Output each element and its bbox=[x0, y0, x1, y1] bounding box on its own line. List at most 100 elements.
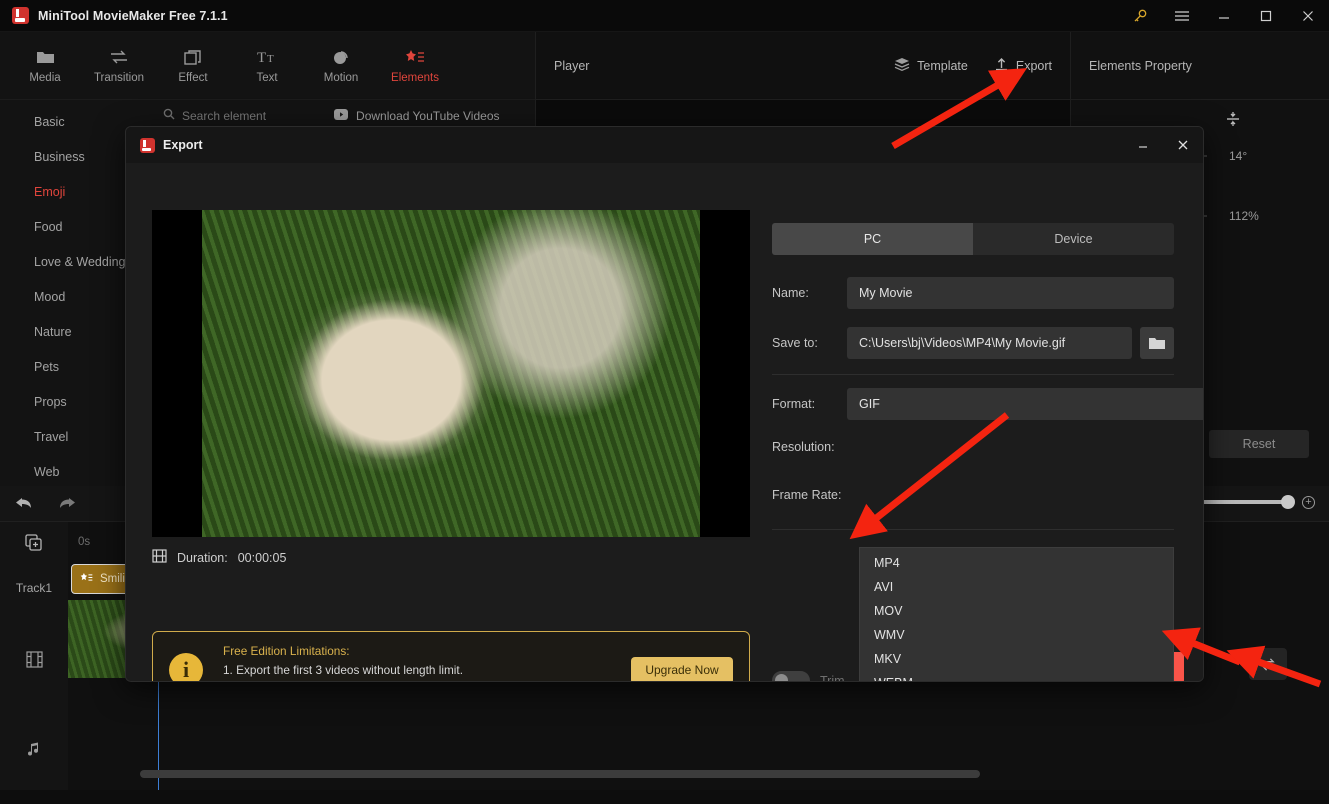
sidebar-item-label: Pets bbox=[34, 359, 60, 374]
format-option-mov[interactable]: MOV bbox=[860, 599, 1173, 623]
sidebar-item-basic[interactable]: Basic bbox=[0, 104, 145, 139]
ribbon-label: Transition bbox=[93, 72, 145, 84]
limitations-line-2: 2. Afterwards, export video up to 2 minu… bbox=[223, 679, 498, 681]
format-select[interactable]: GIF bbox=[847, 388, 1203, 420]
film-frame-icon bbox=[152, 549, 167, 566]
format-dropdown-list[interactable]: MP4 AVI MOV WMV MKV WEBM GIF MP3 bbox=[859, 547, 1174, 681]
resolution-label: Resolution: bbox=[772, 440, 835, 454]
format-row: Format: GIF bbox=[772, 388, 1203, 420]
main-ribbon: Media Transition Effect T T Text Motion … bbox=[0, 32, 535, 100]
ribbon-label: Elements bbox=[391, 72, 439, 84]
swap-icon[interactable] bbox=[1249, 648, 1287, 680]
window-controls bbox=[1119, 0, 1329, 32]
save-to-label: Save to: bbox=[772, 336, 818, 350]
limitations-title: Free Edition Limitations: bbox=[223, 644, 350, 658]
export-toolbar-button[interactable]: Export bbox=[994, 57, 1052, 75]
format-option-mkv[interactable]: MKV bbox=[860, 647, 1173, 671]
sidebar-item-label: Basic bbox=[34, 114, 65, 129]
format-option-mp4[interactable]: MP4 bbox=[860, 551, 1173, 575]
film-icon bbox=[0, 614, 68, 704]
ribbon-item-effect[interactable]: Effect bbox=[156, 36, 230, 96]
tab-device[interactable]: Device bbox=[973, 223, 1174, 255]
duration-row: Duration: 00:00:05 bbox=[152, 549, 286, 566]
minitool-logo-icon bbox=[12, 7, 29, 24]
sidebar-item-label: Props bbox=[34, 394, 67, 409]
name-label: Name: bbox=[772, 286, 809, 300]
ribbon-item-media[interactable]: Media bbox=[8, 36, 82, 96]
export-preview bbox=[152, 210, 750, 537]
sidebar-item-travel[interactable]: Travel bbox=[0, 419, 145, 454]
sidebar-item-mood[interactable]: Mood bbox=[0, 279, 145, 314]
format-option-wmv[interactable]: WMV bbox=[860, 623, 1173, 647]
download-youtube-button[interactable]: Download YouTube Videos bbox=[334, 107, 500, 125]
minimize-icon[interactable] bbox=[1203, 0, 1245, 32]
element-category-sidebar: Basic Business Emoji Food Love & Wedding… bbox=[0, 100, 145, 486]
ribbon-item-transition[interactable]: Transition bbox=[82, 36, 156, 96]
sidebar-item-nature[interactable]: Nature bbox=[0, 314, 145, 349]
timeline-zoom-knob[interactable] bbox=[1281, 495, 1295, 509]
maximize-icon[interactable] bbox=[1245, 0, 1287, 32]
key-icon[interactable] bbox=[1119, 0, 1161, 32]
sidebar-item-label: Love & Wedding bbox=[34, 254, 126, 269]
export-dialog-close-icon[interactable] bbox=[1163, 127, 1203, 163]
ribbon-item-elements[interactable]: Elements bbox=[378, 36, 452, 96]
sidebar-item-props[interactable]: Props bbox=[0, 384, 145, 419]
sidebar-item-food[interactable]: Food bbox=[0, 209, 145, 244]
sidebar-item-love-wedding[interactable]: Love & Wedding bbox=[0, 244, 145, 279]
sidebar-item-business[interactable]: Business bbox=[0, 139, 145, 174]
download-youtube-label: Download YouTube Videos bbox=[356, 108, 500, 123]
rotation-value: 14° bbox=[1229, 149, 1248, 163]
ribbon-label: Motion bbox=[323, 72, 359, 84]
undo-icon[interactable] bbox=[6, 489, 42, 519]
trim-label: Trim bbox=[820, 673, 845, 682]
ribbon-item-motion[interactable]: Motion bbox=[304, 36, 378, 96]
resolution-row: Resolution: bbox=[772, 440, 847, 454]
sidebar-item-label: Business bbox=[34, 149, 85, 164]
timeline-effect-clip-label: Smili bbox=[100, 573, 125, 585]
plus-icon[interactable]: + bbox=[1302, 496, 1315, 509]
format-option-avi[interactable]: AVI bbox=[860, 575, 1173, 599]
export-dialog-title: Export bbox=[163, 138, 203, 152]
name-row: Name: My Movie bbox=[772, 277, 1174, 309]
sidebar-item-label: Mood bbox=[34, 289, 66, 304]
sidebar-item-label: Travel bbox=[34, 429, 69, 444]
svg-text:T: T bbox=[267, 53, 274, 65]
tab-pc[interactable]: PC bbox=[772, 223, 973, 255]
add-media-icon[interactable] bbox=[0, 522, 68, 562]
save-to-field[interactable]: C:\Users\bj\Videos\MP4\My Movie.gif bbox=[847, 327, 1132, 359]
upgrade-now-button[interactable]: Upgrade Now bbox=[631, 656, 733, 681]
export-preview-image bbox=[202, 210, 700, 537]
export-dialog-titlebar: Export bbox=[126, 127, 1203, 163]
template-button[interactable]: Template bbox=[894, 57, 968, 74]
redo-icon[interactable] bbox=[48, 489, 84, 519]
format-label: Format: bbox=[772, 397, 816, 411]
hamburger-menu-icon[interactable] bbox=[1161, 0, 1203, 32]
export-dialog: Export Duration: 00:00:05 i Free Edition… bbox=[125, 126, 1204, 682]
trim-toggle[interactable] bbox=[772, 671, 810, 681]
sidebar-item-web[interactable]: Web bbox=[0, 454, 145, 489]
window-titlebar: MiniTool MovieMaker Free 7.1.1 bbox=[0, 0, 1329, 32]
folder-icon[interactable] bbox=[1140, 327, 1174, 359]
sidebar-item-pets[interactable]: Pets bbox=[0, 349, 145, 384]
format-option-webm[interactable]: WEBM bbox=[860, 671, 1173, 681]
export-dialog-body: Duration: 00:00:05 i Free Edition Limita… bbox=[126, 163, 1203, 682]
youtube-icon bbox=[334, 107, 349, 125]
info-icon: i bbox=[169, 653, 203, 681]
ribbon-item-text[interactable]: T T Text bbox=[230, 36, 304, 96]
frame-rate-row: Frame Rate: bbox=[772, 488, 847, 502]
app-title: MiniTool MovieMaker Free 7.1.1 bbox=[38, 8, 228, 23]
search-icon bbox=[163, 107, 175, 125]
limitations-line-1: 1. Export the first 3 videos without len… bbox=[223, 663, 463, 677]
duration-label: Duration: bbox=[177, 550, 228, 565]
close-icon[interactable] bbox=[1287, 0, 1329, 32]
page-title: Elements Property bbox=[1071, 32, 1329, 100]
name-field[interactable]: My Movie bbox=[847, 277, 1174, 309]
export-toolbar-label: Export bbox=[1015, 58, 1052, 73]
reset-button[interactable]: Reset bbox=[1209, 430, 1309, 458]
sidebar-item-emoji[interactable]: Emoji bbox=[0, 174, 145, 209]
search-input[interactable]: Search element bbox=[163, 107, 266, 125]
save-to-row: Save to: C:\Users\bj\Videos\MP4\My Movie… bbox=[772, 327, 1174, 359]
timeline-horizontal-scrollbar[interactable] bbox=[140, 770, 980, 778]
export-dialog-minimize-icon[interactable] bbox=[1123, 127, 1163, 163]
sidebar-item-label: Food bbox=[34, 219, 63, 234]
